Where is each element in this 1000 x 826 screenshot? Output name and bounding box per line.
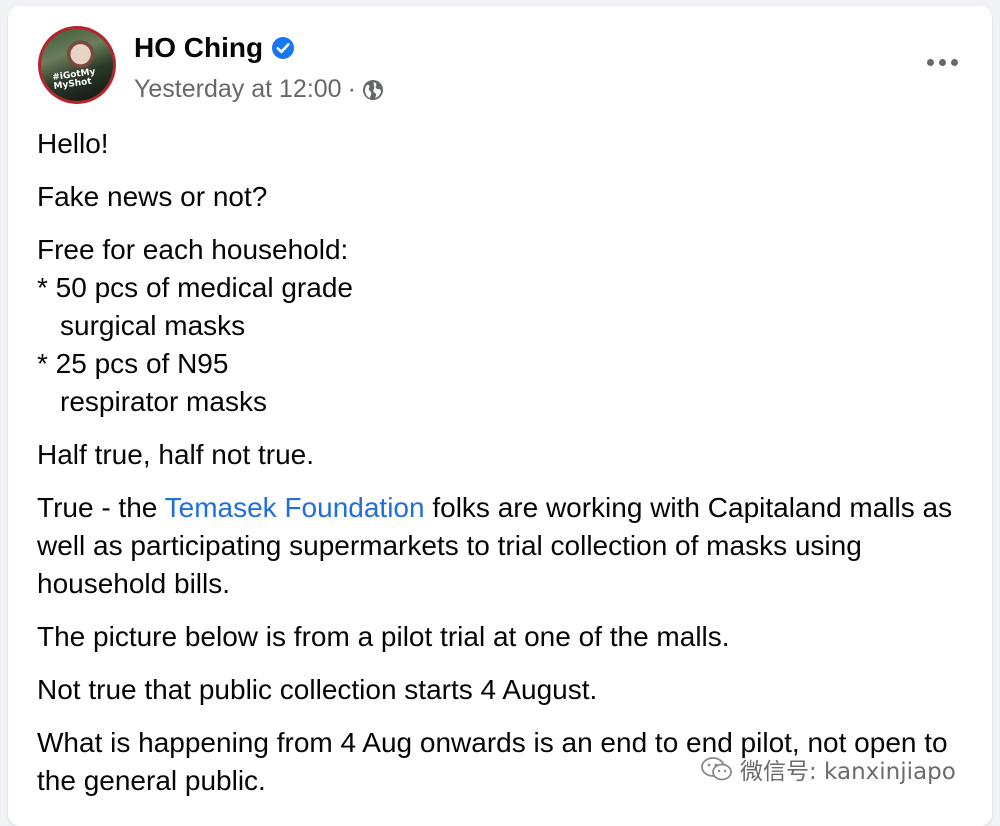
temasek-foundation-link[interactable]: Temasek Foundation xyxy=(165,492,425,523)
list-item: * 25 pcs of N95 xyxy=(37,348,229,379)
post-paragraph: True - the Temasek Foundation folks are … xyxy=(37,489,967,603)
globe-icon[interactable] xyxy=(362,79,384,101)
post-paragraph: Half true, half not true. xyxy=(37,439,315,470)
post-paragraph: Hello! xyxy=(37,128,109,159)
author-row: HO Ching xyxy=(134,32,295,64)
post-paragraph: The picture below is from a pilot trial … xyxy=(37,621,730,652)
post-paragraph-list: Free for each household: * 50 pcs of med… xyxy=(37,231,967,421)
post-body: Hello! Fake news or not? Free for each h… xyxy=(37,125,967,815)
paragraph-text: True - the xyxy=(37,492,165,523)
post-timestamp[interactable]: Yesterday at 12:00 xyxy=(134,75,342,104)
post-meta: Yesterday at 12:00 · xyxy=(134,75,384,104)
list-heading: Free for each household: xyxy=(37,234,349,265)
more-options-icon[interactable] xyxy=(922,52,962,72)
author-name[interactable]: HO Ching xyxy=(134,32,263,64)
post-card: #iGotMy MyShot HO Ching Yesterday at 12:… xyxy=(8,6,992,826)
wechat-watermark: 微信号: kanxinjiapo xyxy=(700,752,956,786)
post-paragraph: Not true that public collection starts 4… xyxy=(37,674,598,705)
watermark-text: 微信号: kanxinjiapo xyxy=(740,759,956,785)
list-item: * 50 pcs of medical grade xyxy=(37,272,353,303)
list-item-continuation: surgical masks xyxy=(60,310,246,341)
list-item-continuation: respirator masks xyxy=(60,386,267,417)
avatar-photo: #iGotMy MyShot xyxy=(41,29,113,101)
post-paragraph: Fake news or not? xyxy=(37,181,268,212)
wechat-icon xyxy=(700,755,734,783)
author-avatar[interactable]: #iGotMy MyShot xyxy=(38,26,116,104)
meta-separator: · xyxy=(347,75,356,103)
verified-badge-icon xyxy=(271,36,295,60)
avatar-badge-logo: #iGotMy MyShot xyxy=(51,67,97,92)
